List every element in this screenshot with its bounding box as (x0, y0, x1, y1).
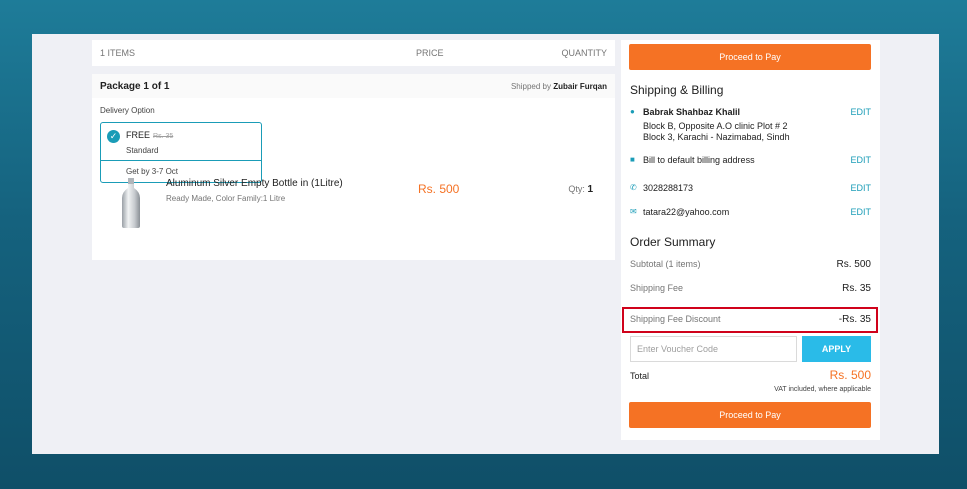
product-quantity: Qty: 1 (568, 184, 593, 195)
product-name[interactable]: Aluminum Silver Empty Bottle in (1Litre) (166, 178, 343, 189)
recipient-name: Babrak Shahbaz Khalil (643, 107, 741, 117)
total-value: Rs. 500 (829, 368, 871, 382)
price-header: PRICE (416, 48, 444, 58)
total-label: Total (630, 371, 650, 381)
shipping-fee-value: Rs. 35 (842, 283, 871, 294)
free-label: FREE (126, 130, 151, 140)
delivery-option-label: Delivery Option (100, 106, 155, 115)
billing-text: Bill to default billing address (643, 155, 755, 165)
proceed-to-pay-button-top[interactable]: Proceed to Pay (629, 44, 871, 70)
quantity-header: QUANTITY (561, 48, 607, 58)
order-summary-title: Order Summary (630, 235, 716, 249)
edit-email-link[interactable]: EDIT (850, 207, 871, 217)
cart-header: 1 ITEMS PRICE QUANTITY (92, 40, 615, 66)
subtotal-row: Subtotal (1 items) Rs. 500 (630, 259, 871, 270)
package-title: Package 1 of 1 (100, 80, 170, 92)
shipping-address: ● Babrak Shahbaz Khalil Block B, Opposit… (630, 107, 871, 147)
delivery-option-card[interactable]: ✓ FREE Rs. 35 Standard Get by 3-7 Oct (100, 122, 262, 183)
qty-label: Qty: (568, 184, 585, 194)
product-price: Rs. 500 (418, 182, 460, 196)
package-card: Package 1 of 1 Shipped by Zubair Furqan … (92, 74, 615, 260)
order-sidebar: Proceed to Pay Shipping & Billing ● Babr… (621, 40, 880, 440)
shipped-by-label: Shipped by (510, 81, 551, 91)
check-icon: ✓ (107, 130, 120, 143)
address-line-1: Block B, Opposite A.O clinic Plot # 2 (643, 121, 788, 131)
delivery-eta: Get by 3-7 Oct (126, 167, 179, 176)
qty-value: 1 (587, 184, 593, 195)
shipping-discount-row: Shipping Fee Discount -Rs. 35 (630, 314, 871, 325)
old-shipping-price: Rs. 35 (153, 133, 174, 140)
location-pin-icon: ● (630, 107, 635, 116)
proceed-to-pay-button-bottom[interactable]: Proceed to Pay (629, 402, 871, 428)
vat-note: VAT included, where applicable (774, 386, 871, 393)
items-count: 1 ITEMS (100, 48, 136, 58)
shipping-fee-row: Shipping Fee Rs. 35 (630, 283, 871, 294)
delivery-type: Standard (126, 146, 159, 155)
billing-address: ■ Bill to default billing address EDIT (630, 155, 871, 167)
phone-row: ✆ 3028288173 EDIT (630, 183, 871, 195)
product-image[interactable] (120, 178, 142, 228)
edit-address-link[interactable]: EDIT (850, 107, 871, 117)
email-icon: ✉ (630, 207, 637, 216)
email-address: tatara22@yahoo.com (643, 207, 730, 217)
phone-icon: ✆ (630, 183, 637, 192)
package-header: Package 1 of 1 Shipped by Zubair Furqan (92, 74, 615, 98)
apply-voucher-button[interactable]: APPLY (802, 336, 871, 362)
subtotal-label: Subtotal (1 items) (630, 259, 701, 269)
billing-icon: ■ (630, 155, 635, 164)
subtotal-value: Rs. 500 (836, 259, 871, 270)
edit-billing-link[interactable]: EDIT (850, 155, 871, 165)
edit-phone-link[interactable]: EDIT (850, 183, 871, 193)
cart-panel: 1 ITEMS PRICE QUANTITY Package 1 of 1 Sh… (92, 40, 615, 260)
checkout-page: 1 ITEMS PRICE QUANTITY Package 1 of 1 Sh… (32, 34, 939, 454)
seller-name[interactable]: Zubair Furqan (553, 82, 607, 91)
product-attributes: Ready Made, Color Family:1 Litre (166, 194, 286, 203)
voucher-code-input[interactable]: Enter Voucher Code (630, 336, 797, 362)
address-line-2: Block 3, Karachi - Nazimabad, Sindh (643, 132, 790, 142)
delivery-price: FREE Rs. 35 (126, 130, 173, 140)
shipping-discount-label: Shipping Fee Discount (630, 314, 721, 324)
shipping-discount-value: -Rs. 35 (838, 314, 871, 325)
email-row: ✉ tatara22@yahoo.com EDIT (630, 207, 871, 219)
shipping-fee-label: Shipping Fee (630, 283, 684, 293)
shipping-billing-title: Shipping & Billing (630, 83, 724, 97)
shipped-by: Shipped by Zubair Furqan (511, 82, 607, 91)
phone-number: 3028288173 (643, 183, 694, 193)
